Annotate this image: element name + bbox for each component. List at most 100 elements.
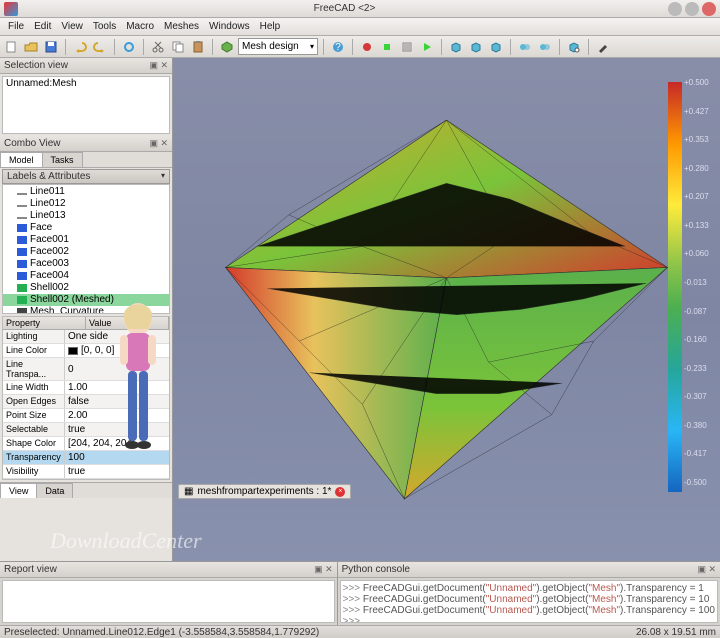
mesh-cube3-icon[interactable] (487, 38, 505, 56)
mesh-bool1-icon[interactable] (516, 38, 534, 56)
property-key: Shape Color (3, 437, 65, 450)
mesh-bool2-icon[interactable] (536, 38, 554, 56)
legend-tick: -0.013 (684, 278, 707, 287)
line-icon (17, 217, 27, 219)
property-row[interactable]: Transparency100 (3, 451, 169, 465)
python-console-title: Python console (342, 564, 410, 575)
mesh-cube2-icon[interactable] (467, 38, 485, 56)
help-icon[interactable]: ? (329, 38, 347, 56)
prop-header-value: Value (86, 317, 169, 329)
property-value[interactable]: 1.00 (65, 381, 169, 394)
property-row[interactable]: Line Width1.00 (3, 381, 169, 395)
redo-icon[interactable] (91, 38, 109, 56)
color-swatch-icon (68, 347, 78, 355)
mesh-cube-icon[interactable] (447, 38, 465, 56)
menu-file[interactable]: File (3, 19, 29, 34)
tree-item[interactable]: Shell002 (3, 282, 169, 294)
open-icon[interactable] (22, 38, 40, 56)
status-preselect: Preselected: Unnamed.Line012.Edge1 (-3.5… (4, 627, 319, 638)
property-value[interactable]: One side (65, 330, 169, 343)
tab-tasks[interactable]: Tasks (42, 152, 83, 167)
tree-item[interactable]: Mesh_Curvature (3, 306, 169, 314)
tree-item[interactable]: Face003 (3, 258, 169, 270)
save-icon[interactable] (42, 38, 60, 56)
property-key: Line Width (3, 381, 65, 394)
status-dimensions: 26.08 x 19.51 mm (636, 627, 716, 638)
property-row[interactable]: Shape Color[204, 204, 204] (3, 437, 169, 451)
property-value[interactable]: 0 (65, 358, 169, 380)
python-console-output[interactable]: >>> FreeCADGui.getDocument("Unnamed").ge… (340, 580, 718, 623)
property-key: Selectable (3, 423, 65, 436)
selection-item[interactable]: Unnamed:Mesh (3, 77, 169, 90)
menu-edit[interactable]: Edit (29, 19, 56, 34)
legend-tick: +0.133 (684, 221, 709, 230)
refresh-icon[interactable] (120, 38, 138, 56)
legend-tick: -0.417 (684, 449, 707, 458)
tab-view[interactable]: View (0, 483, 37, 498)
paste-icon[interactable] (189, 38, 207, 56)
minimize-button[interactable] (668, 2, 682, 16)
panel-close-icon[interactable]: ▣ ✕ (697, 564, 716, 575)
close-tab-icon[interactable]: × (335, 487, 345, 497)
maximize-button[interactable] (685, 2, 699, 16)
stop-icon[interactable] (378, 38, 396, 56)
menu-help[interactable]: Help (255, 19, 286, 34)
mesh-icon (17, 308, 27, 314)
title-bar: FreeCAD <2> (0, 0, 720, 18)
tree-item[interactable]: Line012 (3, 198, 169, 210)
property-row[interactable]: Line Color[0, 0, 0] (3, 344, 169, 358)
property-row[interactable]: Point Size2.00 (3, 409, 169, 423)
pen-icon[interactable] (594, 38, 612, 56)
mesh-analyze-icon[interactable] (565, 38, 583, 56)
prop-header-key: Property (3, 317, 86, 329)
menu-macro[interactable]: Macro (121, 19, 159, 34)
labels-attributes-header[interactable]: Labels & Attributes (2, 169, 170, 184)
property-value[interactable]: true (65, 423, 169, 436)
property-value[interactable]: [204, 204, 204] (65, 437, 169, 450)
property-row[interactable]: Line Transpa...0 (3, 358, 169, 381)
tree-item[interactable]: Face002 (3, 246, 169, 258)
tree-item[interactable]: Face (3, 222, 169, 234)
menu-view[interactable]: View (56, 19, 88, 34)
tree-item[interactable]: Face004 (3, 270, 169, 282)
property-value[interactable]: 2.00 (65, 409, 169, 422)
tree-item[interactable]: Face001 (3, 234, 169, 246)
property-value[interactable]: true (65, 465, 169, 478)
tree-item-label: Shell002 (30, 282, 69, 294)
property-value[interactable]: false (65, 395, 169, 408)
document-tab[interactable]: ▦ meshfrompartexperiments : 1* × (178, 484, 351, 499)
menu-tools[interactable]: Tools (88, 19, 121, 34)
legend-tick: +0.427 (684, 107, 709, 116)
tab-data[interactable]: Data (36, 483, 73, 498)
undo-icon[interactable] (71, 38, 89, 56)
workbench-select[interactable]: Mesh design (238, 38, 318, 55)
left-sidebar: Selection view▣ ✕ Unnamed:Mesh Combo Vie… (0, 58, 173, 561)
property-row[interactable]: Selectabletrue (3, 423, 169, 437)
close-button[interactable] (702, 2, 716, 16)
tab-model[interactable]: Model (0, 152, 43, 167)
macro-list-icon[interactable] (398, 38, 416, 56)
legend-tick: -0.500 (684, 478, 707, 487)
tree-item[interactable]: Line013 (3, 210, 169, 222)
property-value[interactable]: [0, 0, 0] (65, 344, 169, 357)
panel-close-icon[interactable]: ▣ ✕ (314, 564, 333, 575)
new-icon[interactable] (2, 38, 20, 56)
record-icon[interactable] (358, 38, 376, 56)
console-line: >>> FreeCADGui.getDocument("Unnamed").ge… (343, 594, 715, 605)
property-row[interactable]: LightingOne side (3, 330, 169, 344)
panel-close-icon[interactable]: ▣ ✕ (149, 138, 168, 149)
tree-item[interactable]: Shell002 (Meshed) (3, 294, 169, 306)
panel-close-icon[interactable]: ▣ ✕ (149, 60, 168, 71)
tree-item[interactable]: Line011 (3, 186, 169, 198)
copy-icon[interactable] (169, 38, 187, 56)
property-row[interactable]: Open Edgesfalse (3, 395, 169, 409)
property-key: Line Color (3, 344, 65, 357)
property-value[interactable]: 100 (65, 451, 169, 464)
shell-icon (17, 284, 27, 292)
console-line: >>> FreeCADGui.getDocument("Unnamed").ge… (343, 583, 715, 594)
menu-meshes[interactable]: Meshes (159, 19, 204, 34)
play-icon[interactable] (418, 38, 436, 56)
menu-windows[interactable]: Windows (204, 19, 255, 34)
cut-icon[interactable] (149, 38, 167, 56)
property-row[interactable]: Visibilitytrue (3, 465, 169, 479)
